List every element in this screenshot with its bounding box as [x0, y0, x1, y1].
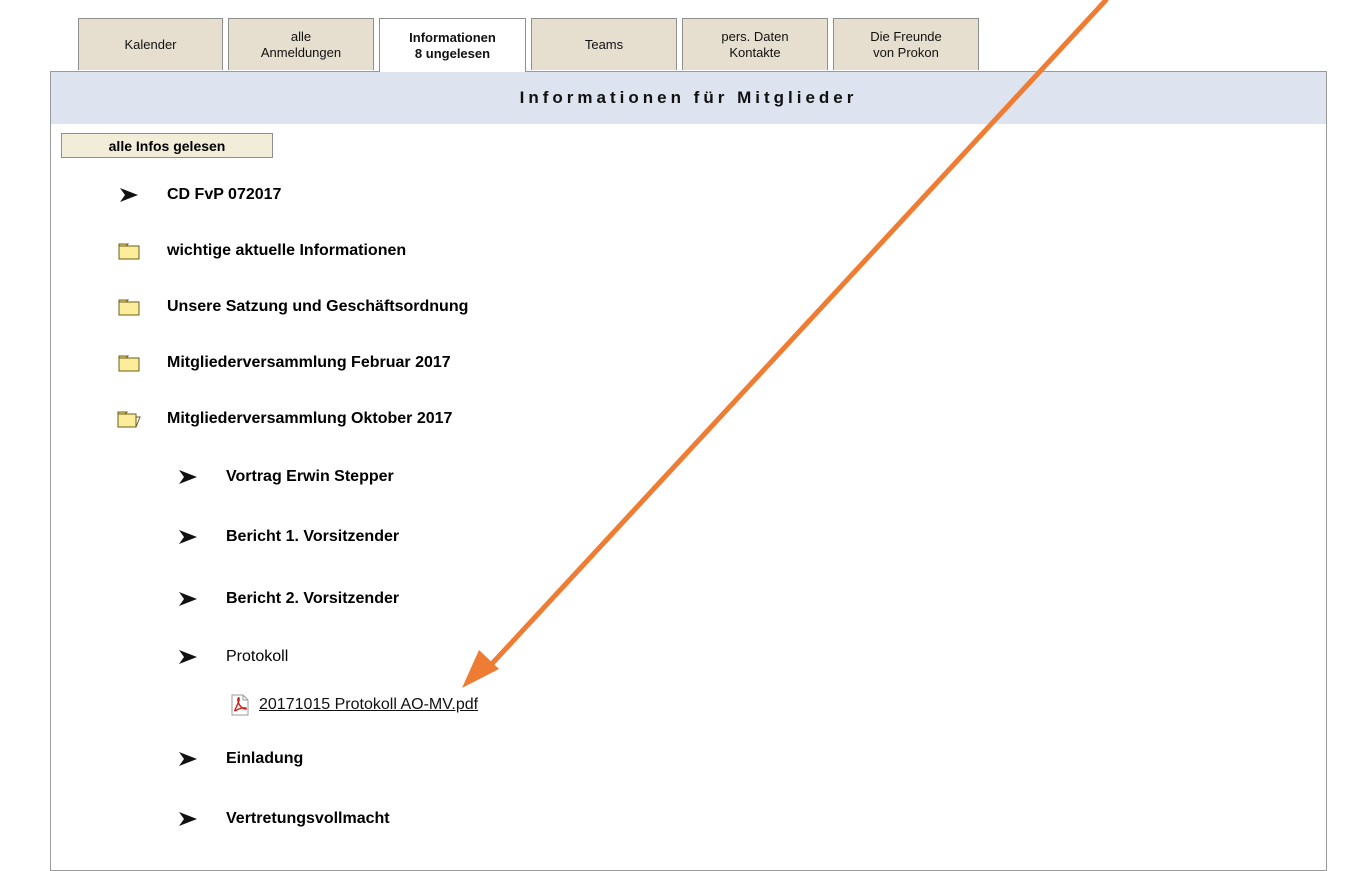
- tab-unread-count: 8 ungelesen: [414, 45, 491, 61]
- tab-pers-daten[interactable]: pers. Daten Kontakte: [682, 18, 828, 70]
- arrow-bullet-icon: [117, 185, 141, 205]
- folder-icon: [117, 241, 141, 261]
- folder-satzung[interactable]: Unsere Satzung und Geschäftsordnung: [117, 297, 468, 317]
- info-panel: Informationen für Mitglieder alle Infos …: [50, 71, 1327, 871]
- tab-label-line1: Informationen: [409, 29, 496, 45]
- tab-label-line1: alle: [290, 28, 312, 44]
- arrow-bullet-icon: [176, 749, 200, 769]
- arrow-bullet-icon: [176, 527, 200, 547]
- item-label: Mitgliederversammlung Februar 2017: [167, 354, 451, 371]
- protokoll-pdf-link[interactable]: 20171015 Protokoll AO-MV.pdf: [259, 696, 478, 714]
- tab-label-line2: Anmeldungen: [260, 44, 342, 60]
- mark-all-read-button[interactable]: alle Infos gelesen: [61, 133, 273, 158]
- file-row-protokoll: 20171015 Protokoll AO-MV.pdf: [229, 694, 478, 716]
- folder-icon: [117, 353, 141, 373]
- tab-label: Teams: [584, 36, 624, 52]
- tab-label-line2: Kontakte: [729, 44, 781, 60]
- panel-header: Informationen für Mitglieder: [51, 72, 1326, 124]
- info-item-bericht2[interactable]: Bericht 2. Vorsitzender: [176, 589, 399, 609]
- arrow-bullet-icon: [176, 809, 200, 829]
- info-item-vollmacht[interactable]: Vertretungsvollmacht: [176, 809, 390, 829]
- info-item-bericht1[interactable]: Bericht 1. Vorsitzender: [176, 527, 399, 547]
- folder-open-icon: [117, 409, 141, 429]
- info-item-einladung[interactable]: Einladung: [176, 749, 303, 769]
- info-item-cd[interactable]: CD FvP 072017: [117, 185, 281, 205]
- item-label: Einladung: [226, 750, 304, 767]
- tab-kalender[interactable]: Kalender: [78, 18, 223, 70]
- item-label: Bericht 1. Vorsitzender: [226, 528, 400, 545]
- info-item-protokoll[interactable]: Protokoll: [176, 647, 288, 667]
- tab-teams[interactable]: Teams: [531, 18, 677, 70]
- item-label: Mitgliederversammlung Oktober 2017: [167, 410, 453, 427]
- tab-label: Kalender: [124, 36, 177, 52]
- tab-alle-anmeldungen[interactable]: alle Anmeldungen: [228, 18, 374, 70]
- tab-label-line1: Die Freunde: [870, 28, 942, 44]
- folder-mv-februar[interactable]: Mitgliederversammlung Februar 2017: [117, 353, 451, 373]
- tab-informationen[interactable]: Informationen 8 ungelesen: [379, 18, 526, 72]
- folder-mv-oktober[interactable]: Mitgliederversammlung Oktober 2017: [117, 409, 452, 429]
- page-title: Informationen für Mitglieder: [519, 88, 858, 107]
- arrow-bullet-icon: [176, 589, 200, 609]
- folder-icon: [117, 297, 141, 317]
- arrow-bullet-icon: [176, 647, 200, 667]
- tab-label-line1: pers. Daten: [721, 28, 789, 44]
- item-label: Protokoll: [226, 648, 289, 665]
- folder-wichtige[interactable]: wichtige aktuelle Informationen: [117, 241, 406, 261]
- pdf-icon: [229, 694, 251, 716]
- arrow-bullet-icon: [176, 467, 200, 487]
- item-label: Bericht 2. Vorsitzender: [226, 590, 400, 607]
- info-item-vortrag[interactable]: Vortrag Erwin Stepper: [176, 467, 394, 487]
- item-label: Vortrag Erwin Stepper: [226, 468, 394, 485]
- item-label: Vertretungsvollmacht: [226, 810, 390, 827]
- tab-freunde-prokon[interactable]: Die Freunde von Prokon: [833, 18, 979, 70]
- item-label: wichtige aktuelle Informationen: [167, 242, 407, 259]
- tab-label-line2: von Prokon: [873, 44, 939, 60]
- item-label: CD FvP 072017: [167, 186, 282, 203]
- item-label: Unsere Satzung und Geschäftsordnung: [167, 298, 469, 315]
